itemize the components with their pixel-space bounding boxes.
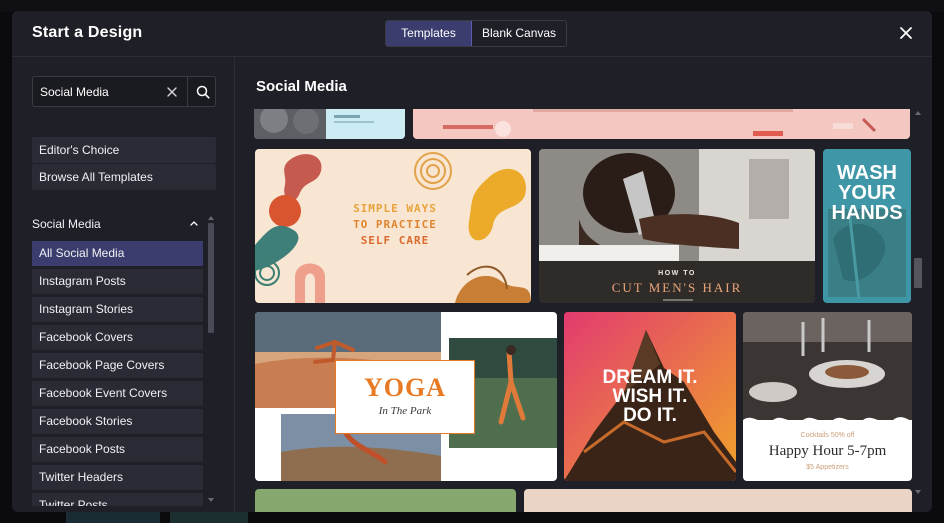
browse-all-templates-button[interactable]: Browse All Templates <box>32 164 216 190</box>
tab-blank-canvas[interactable]: Blank Canvas <box>472 21 567 46</box>
category-item-instagram-posts[interactable]: Instagram Posts <box>32 269 203 294</box>
category-item-twitter-posts[interactable]: Twitter Posts <box>32 493 203 506</box>
content-title: Social Media <box>256 78 347 95</box>
template-card[interactable] <box>255 489 516 512</box>
template-card[interactable] <box>413 109 910 139</box>
dream-line: DO IT. <box>623 405 677 426</box>
category-item-twitter-headers[interactable]: Twitter Headers <box>32 465 203 490</box>
yoga-subtitle: In The Park <box>378 405 432 417</box>
self-care-text: SIMPLE WAYS TO PRACTICE SELF CARE <box>315 201 475 249</box>
sidebar-scrollbar[interactable] <box>208 223 214 333</box>
grid-scroll-up-arrow-icon[interactable] <box>915 111 921 115</box>
template-card-dream[interactable]: DREAM IT. WISH IT. DO IT. <box>564 312 736 481</box>
template-card-haircut[interactable]: HOW TO CUT MEN'S HAIR <box>539 149 815 303</box>
template-card[interactable] <box>524 489 912 512</box>
dream-text: DREAM IT. WISH IT. DO IT. <box>564 368 736 425</box>
self-care-line: TO PRACTICE <box>353 218 437 231</box>
haircut-small-text: HOW TO <box>658 270 696 277</box>
grid-scrollbar[interactable] <box>914 258 922 288</box>
design-mode-tabs: Templates Blank Canvas <box>385 20 568 47</box>
template-card-wash-hands[interactable]: WASH YOUR HANDS <box>823 149 911 303</box>
category-item-facebook-event-covers[interactable]: Facebook Event Covers <box>32 381 203 406</box>
dream-line: WISH IT. <box>612 386 688 407</box>
category-item-all-social-media[interactable]: All Social Media <box>32 241 203 266</box>
wash-line: HANDS <box>831 202 903 224</box>
dream-line: DREAM IT. <box>602 367 698 388</box>
section-label: Social Media <box>32 217 101 231</box>
category-list: All Social Media Instagram Posts Instagr… <box>32 241 204 506</box>
haircut-title-text: CUT MEN'S HAIR <box>611 280 743 295</box>
template-card-yoga[interactable]: YOGA In The Park <box>255 312 557 481</box>
close-button[interactable] <box>898 25 914 41</box>
yoga-title: YOGA <box>364 373 446 402</box>
search-icon <box>196 85 210 99</box>
close-icon <box>900 27 912 39</box>
backdrop-thumbnail <box>66 511 160 523</box>
category-item-facebook-posts[interactable]: Facebook Posts <box>32 437 203 462</box>
tab-templates[interactable]: Templates <box>386 21 472 46</box>
grid-scroll-down-arrow-icon[interactable] <box>915 490 921 494</box>
self-care-line: SIMPLE WAYS <box>353 202 437 215</box>
wash-line: WASH <box>837 162 897 184</box>
start-design-dialog: Start a Design Templates Blank Canvas So… <box>12 11 932 512</box>
search-button[interactable] <box>187 77 216 106</box>
template-card-self-care[interactable]: SIMPLE WAYS TO PRACTICE SELF CARE <box>255 149 531 303</box>
happy-hour-footer: $5 Appetizers <box>806 464 849 471</box>
template-card-happy-hour[interactable]: Cocktails 50% off Happy Hour 5-7pm $5 Ap… <box>743 312 912 481</box>
yoga-title-box: YOGA In The Park <box>335 360 475 434</box>
category-item-instagram-stories[interactable]: Instagram Stories <box>32 297 203 322</box>
section-header-social-media[interactable]: Social Media <box>32 214 204 234</box>
scroll-up-arrow-icon[interactable] <box>208 216 214 220</box>
backdrop-thumbnail <box>170 511 248 523</box>
wash-line: YOUR <box>838 182 896 204</box>
template-thumbnail <box>254 109 374 139</box>
search-box <box>32 76 216 107</box>
chevron-up-icon <box>190 221 198 226</box>
category-item-facebook-stories[interactable]: Facebook Stories <box>32 409 203 434</box>
dialog-header: Start a Design Templates Blank Canvas <box>12 11 932 57</box>
scroll-down-arrow-icon[interactable] <box>208 498 214 502</box>
self-care-line: SELF CARE <box>360 234 430 247</box>
category-item-facebook-page-covers[interactable]: Facebook Page Covers <box>32 353 203 378</box>
wash-hands-text: WASH YOUR HANDS <box>823 163 911 223</box>
sidebar: Editor's Choice Browse All Templates Soc… <box>12 57 235 512</box>
happy-hour-title: Happy Hour 5-7pm <box>768 443 887 459</box>
template-card[interactable] <box>254 109 405 139</box>
template-thumbnail <box>443 109 877 137</box>
dialog-title: Start a Design <box>32 24 143 41</box>
happy-hour-tag: Cocktails 50% off <box>800 432 855 439</box>
clear-search-button[interactable] <box>166 85 178 97</box>
template-grid: SIMPLE WAYS TO PRACTICE SELF CARE HOW TO… <box>254 109 912 512</box>
editors-choice-button[interactable]: Editor's Choice <box>32 137 216 163</box>
search-input[interactable] <box>33 77 183 106</box>
category-item-facebook-covers[interactable]: Facebook Covers <box>32 325 203 350</box>
clear-icon <box>167 87 177 97</box>
